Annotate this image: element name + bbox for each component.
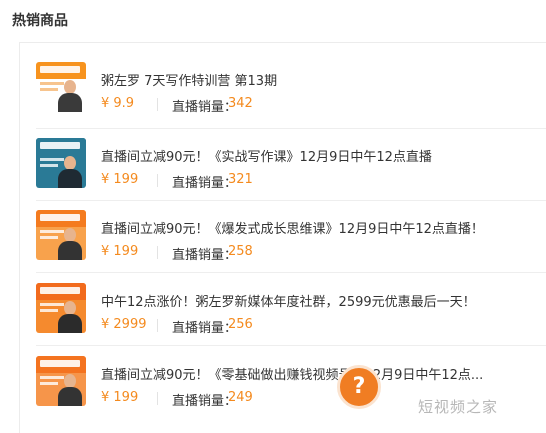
row-divider xyxy=(36,200,546,201)
product-title[interactable]: 中午12点涨价！粥左罗新媒体年度社群，2599元优惠最后一天！ xyxy=(101,291,476,310)
sales-value: 249 xyxy=(228,390,253,405)
divider xyxy=(157,319,158,332)
divider xyxy=(157,246,158,259)
product-title[interactable]: 直播间立减90元！《零基础做出赚钱视频号》12月9日中午12点... xyxy=(101,364,483,383)
product-item[interactable]: 直播间立减90元！《爆发式成长思维课》12月9日中午12点直播！ ¥ 199 直… xyxy=(36,210,546,270)
divider xyxy=(157,174,158,187)
thumbnail-banner xyxy=(36,283,86,300)
row-divider xyxy=(36,272,546,273)
watermark: 短视频之家 xyxy=(418,398,499,416)
product-title[interactable]: 直播间立减90元！《实战写作课》12月9日中午12点直播 xyxy=(101,146,432,165)
product-thumbnail[interactable] xyxy=(36,62,86,112)
product-thumbnail[interactable] xyxy=(36,283,86,333)
sales-value: 342 xyxy=(228,96,253,111)
thumbnail-banner xyxy=(36,62,86,79)
thumbnail-banner xyxy=(36,356,86,373)
sales-value: 258 xyxy=(228,244,253,259)
row-divider xyxy=(36,128,546,129)
thumbnail-banner xyxy=(36,210,86,227)
product-title[interactable]: 直播间立减90元！《爆发式成长思维课》12月9日中午12点直播！ xyxy=(101,218,484,237)
product-item[interactable]: 中午12点涨价！粥左罗新媒体年度社群，2599元优惠最后一天！ ¥ 2999 直… xyxy=(36,283,546,343)
section-title: 热销商品 xyxy=(12,13,68,29)
product-title[interactable]: 粥左罗 7天写作特训营 第13期 xyxy=(101,70,277,89)
sales-value: 256 xyxy=(228,317,253,332)
product-price: ¥ 199 xyxy=(101,390,139,405)
product-thumbnail[interactable] xyxy=(36,210,86,260)
divider xyxy=(157,98,158,111)
divider xyxy=(157,392,158,405)
row-divider xyxy=(36,345,546,346)
sales-value: 321 xyxy=(228,172,253,187)
product-item[interactable]: 粥左罗 7天写作特训营 第13期 ¥ 9.9 直播销量： 342 xyxy=(36,62,546,122)
help-icon[interactable]: ? xyxy=(337,365,381,409)
product-price: ¥ 199 xyxy=(101,244,139,259)
thumbnail-banner xyxy=(36,138,86,155)
product-price: ¥ 2999 xyxy=(101,317,147,332)
product-thumbnail[interactable] xyxy=(36,356,86,406)
product-price: ¥ 9.9 xyxy=(101,96,135,111)
product-item[interactable]: 直播间立减90元！《实战写作课》12月9日中午12点直播 ¥ 199 直播销量：… xyxy=(36,138,546,198)
product-price: ¥ 199 xyxy=(101,172,139,187)
product-thumbnail[interactable] xyxy=(36,138,86,188)
